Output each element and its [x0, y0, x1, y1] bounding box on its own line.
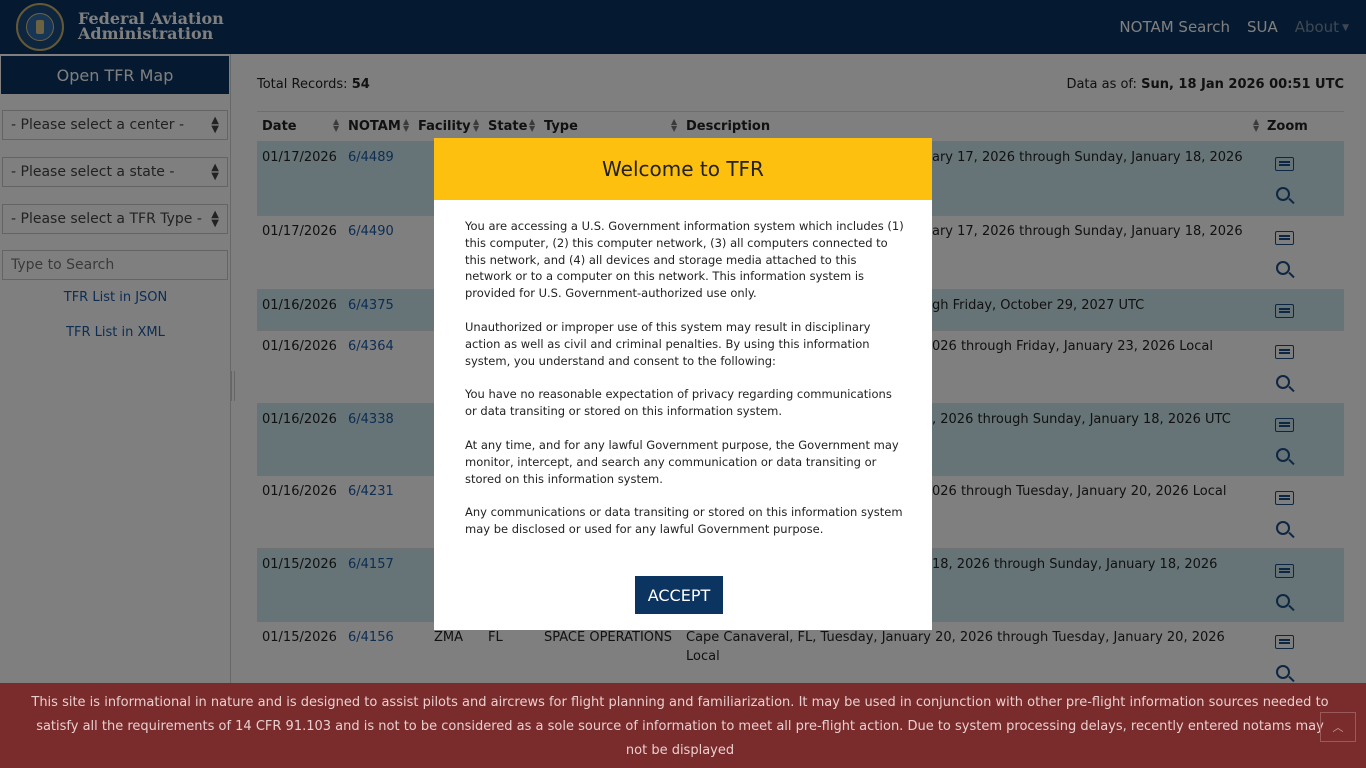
modal-paragraph: Any communications or data transiting or… — [465, 505, 903, 537]
modal-body: You are accessing a U.S. Government info… — [465, 218, 905, 555]
disclaimer-banner: This site is informational in nature and… — [0, 683, 1366, 768]
modal-paragraph: At any time, and for any lawful Governme… — [465, 437, 899, 486]
welcome-modal: Welcome to TFR You are accessing a U.S. … — [434, 138, 932, 630]
modal-paragraph: You have no reasonable expectation of pr… — [465, 387, 892, 419]
chevron-up-icon[interactable]: ︿ — [1320, 712, 1356, 742]
modal-title: Welcome to TFR — [434, 138, 932, 200]
accept-button[interactable]: ACCEPT — [635, 576, 723, 614]
modal-paragraph: You are accessing a U.S. Government info… — [465, 219, 904, 301]
modal-paragraph: Unauthorized or improper use of this sys… — [465, 319, 871, 368]
